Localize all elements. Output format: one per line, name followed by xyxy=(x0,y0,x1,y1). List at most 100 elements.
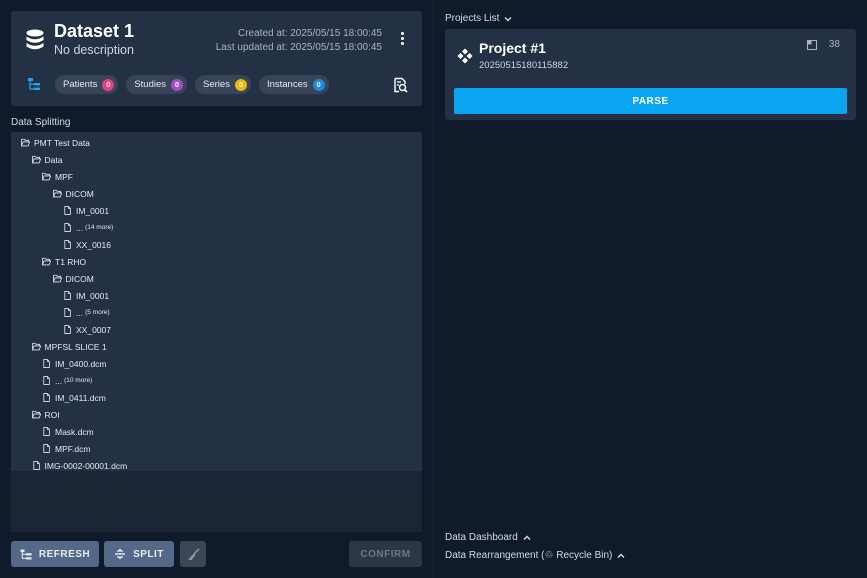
folder-open-icon xyxy=(52,189,62,198)
project-icon xyxy=(457,48,473,64)
tree-node-label: Data xyxy=(44,154,63,165)
document-search-icon[interactable] xyxy=(392,77,408,93)
folder-open-icon xyxy=(42,257,51,266)
file-icon xyxy=(43,376,50,385)
tree-node-label: ... xyxy=(55,375,63,386)
chip-label: Instances xyxy=(266,79,308,90)
split-icon xyxy=(115,548,126,560)
tree-file[interactable]: IM_0411.dcm xyxy=(11,389,422,406)
dataset-card: Dataset 1 No description Created at: 202… xyxy=(11,11,422,106)
clear-button[interactable] xyxy=(180,541,206,567)
tree-node-label: IM_0400.dcm xyxy=(55,358,107,369)
chip-series[interactable]: Series 0 xyxy=(195,75,251,94)
data-rearrangement-toggle[interactable]: Data Rearrangement (♲ Recycle Bin) xyxy=(445,550,625,561)
tree-folder[interactable]: ROI xyxy=(11,406,422,423)
column-divider xyxy=(432,0,433,578)
file-icon xyxy=(64,240,71,249)
updated-at: Last updated at: 2025/05/15 18:00:45 xyxy=(215,42,382,53)
tree-file[interactable]: ... (5 more) xyxy=(11,304,422,321)
tree-file[interactable]: ... (14 more) xyxy=(11,219,422,236)
refresh-button[interactable]: REFRESH xyxy=(11,541,99,567)
tree-node-label: MPFSL SLICE 1 xyxy=(44,341,107,352)
chip-patients[interactable]: Patients 0 xyxy=(55,75,119,94)
tree-file[interactable]: XX_0007 xyxy=(11,321,422,338)
chip-studies[interactable]: Studies 0 xyxy=(126,75,188,94)
chip-count: 0 xyxy=(171,78,184,91)
grid-icon xyxy=(806,39,817,50)
tree-node-label: XX_0007 xyxy=(76,324,111,335)
file-icon xyxy=(64,308,71,317)
split-label: SPLIT xyxy=(133,548,164,560)
tree-refresh-icon xyxy=(20,549,32,559)
file-icon xyxy=(43,427,50,436)
tree-folder[interactable]: MPFSL SLICE 1 xyxy=(11,338,422,355)
chevron-up-icon xyxy=(523,535,531,540)
tree-folder[interactable]: DICOM xyxy=(11,185,422,202)
tree-file[interactable]: MPF.dcm xyxy=(11,440,422,457)
tree-file[interactable]: ... (10 more) xyxy=(11,372,422,389)
project-id: 20250515180115882 xyxy=(479,60,569,71)
tree-view-icon[interactable] xyxy=(27,77,41,91)
chip-label: Patients xyxy=(63,79,98,90)
file-icon xyxy=(32,461,40,470)
confirm-label: CONFIRM xyxy=(360,548,411,560)
tree-node-label: PMT Test Data xyxy=(34,137,90,148)
chevron-down-icon xyxy=(504,16,512,21)
tree-node-more: (5 more) xyxy=(85,309,110,316)
count-chips: Patients 0 Studies 0 Series 0 Instances … xyxy=(55,75,329,94)
broom-icon xyxy=(187,547,200,560)
project-count: 38 xyxy=(806,39,840,50)
file-icon xyxy=(64,291,71,300)
tree-file[interactable]: IM_0400.dcm xyxy=(11,355,422,372)
created-at: Created at: 2025/05/15 18:00:45 xyxy=(237,28,382,39)
dataset-description: No description xyxy=(54,43,134,57)
tree-folder[interactable]: Data xyxy=(11,151,422,168)
tree-node-label: IM_0001 xyxy=(76,205,110,216)
tree-file[interactable]: Mask.dcm xyxy=(11,423,422,440)
projects-list-toggle[interactable]: Projects List xyxy=(445,13,512,24)
file-tree-panel[interactable]: PMT Test Data Data MPF DICOM IM_0001 ... (14 m… xyxy=(11,132,422,532)
data-dashboard-label: Data Dashboard xyxy=(445,532,518,543)
tree-node-label: ... xyxy=(76,307,84,318)
file-icon xyxy=(43,359,50,368)
tree-folder[interactable]: T1 RHO xyxy=(11,253,422,270)
tree-node-label: DICOM xyxy=(65,188,94,199)
refresh-label: REFRESH xyxy=(38,548,91,560)
folder-open-icon xyxy=(21,138,30,147)
data-rearrangement-label: Data Rearrangement (♲ Recycle Bin) xyxy=(445,550,613,561)
tree-folder[interactable]: MPF xyxy=(11,168,422,185)
tree-node-label: T1 RHO xyxy=(55,256,87,267)
file-icon xyxy=(64,223,71,232)
tree-folder[interactable]: PMT Test Data xyxy=(11,134,422,151)
chip-label: Studies xyxy=(134,79,167,90)
database-icon xyxy=(26,29,44,50)
data-splitting-label: Data Splitting xyxy=(11,117,71,128)
tree-file[interactable]: XX_0016 xyxy=(11,236,422,253)
chip-count: 0 xyxy=(234,78,247,91)
tree-file[interactable]: IM_0001 xyxy=(11,287,422,304)
projects-list-label: Projects List xyxy=(445,13,500,24)
chip-instances[interactable]: Instances 0 xyxy=(258,75,329,94)
dataset-dates: Created at: 2025/05/15 18:00:45 Last upd… xyxy=(216,27,382,55)
folder-open-icon xyxy=(31,410,41,419)
file-icon xyxy=(43,444,50,453)
folder-open-icon xyxy=(52,274,62,283)
split-button[interactable]: SPLIT xyxy=(104,541,174,567)
more-options-icon[interactable] xyxy=(397,31,407,47)
project-title: Project #1 xyxy=(479,40,546,56)
tree-node-more: (10 more) xyxy=(64,377,93,384)
tree-folder[interactable]: DICOM xyxy=(11,270,422,287)
tree-node-label: ROI xyxy=(44,409,60,420)
tree-node-label: DICOM xyxy=(65,273,94,284)
tree-node-label: IMG-0002-00001.dcm xyxy=(44,460,128,471)
parse-button[interactable]: PARSE xyxy=(454,88,847,114)
file-icon xyxy=(43,393,50,402)
tree-file[interactable]: IMG-0002-00001.dcm xyxy=(11,457,422,474)
file-icon xyxy=(64,206,71,215)
confirm-button[interactable]: CONFIRM xyxy=(349,541,422,567)
chip-label: Series xyxy=(203,79,230,90)
data-dashboard-toggle[interactable]: Data Dashboard xyxy=(445,532,531,543)
tree-file[interactable]: IM_0001 xyxy=(11,202,422,219)
tree-node-label: MPF.dcm xyxy=(55,443,91,454)
project-card[interactable]: Project #1 20250515180115882 38 PARSE xyxy=(445,29,856,120)
